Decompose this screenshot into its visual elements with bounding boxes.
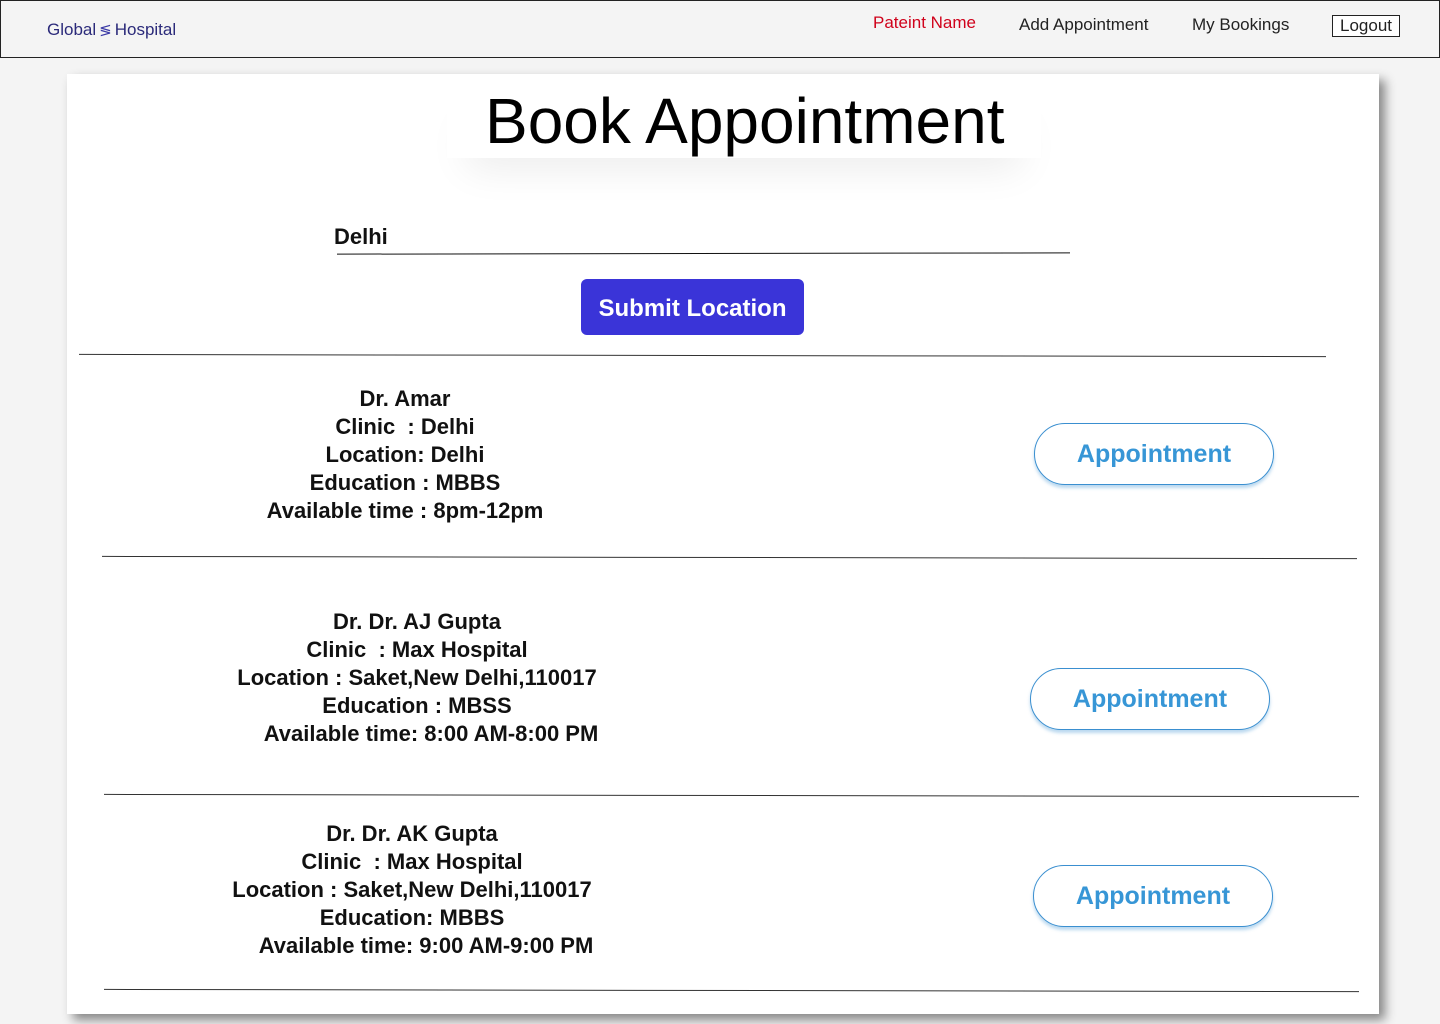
divider xyxy=(102,555,1357,560)
doctor-available-time: Available time: 9:00 AM-9:00 PM xyxy=(258,933,594,958)
brand-name-left: Global xyxy=(47,20,97,39)
doctor-card-2: Dr. Dr. AJ Gupta Clinic : Max Hospital L… xyxy=(227,608,607,748)
add-appointment-link[interactable]: Add Appointment xyxy=(1019,15,1148,35)
doctor-location: Location: Delhi xyxy=(325,442,485,467)
doctor-name: Dr. Dr. AK Gupta xyxy=(326,821,498,846)
doctor-available-time: Available time: 8:00 AM-8:00 PM xyxy=(263,721,599,746)
brand-logo[interactable]: Global ≶ Hospital xyxy=(47,20,176,40)
patient-name-link[interactable]: Pateint Name xyxy=(873,13,976,33)
doctor-clinic: Clinic : Max Hospital xyxy=(301,849,523,874)
doctor-name: Dr. Amar xyxy=(359,386,451,411)
doctor-education: Education : MBBS xyxy=(309,470,501,495)
location-input-underline xyxy=(336,252,1071,255)
logout-button[interactable]: Logout xyxy=(1332,15,1400,37)
my-bookings-link[interactable]: My Bookings xyxy=(1192,15,1289,35)
logo-stripes-icon: ≶ xyxy=(99,22,112,39)
divider xyxy=(79,353,1326,358)
divider xyxy=(104,988,1359,993)
appointment-button-1[interactable]: Appointment xyxy=(1034,423,1274,485)
divider xyxy=(104,793,1359,798)
top-navbar: Global ≶ Hospital Pateint Name Add Appoi… xyxy=(0,0,1440,58)
submit-location-button[interactable]: Submit Location xyxy=(581,279,804,335)
doctor-available-time: Available time : 8pm-12pm xyxy=(266,498,544,523)
appointment-button-2[interactable]: Appointment xyxy=(1030,668,1270,730)
brand-name-right: Hospital xyxy=(114,20,177,39)
doctor-location: Location : Saket,New Delhi,110017 xyxy=(232,877,592,902)
doctor-education: Education : MBSS xyxy=(322,693,512,718)
doctor-card-1: Dr. Amar Clinic : Delhi Location: Delhi … xyxy=(255,385,555,525)
page-title: Book Appointment xyxy=(485,85,1005,157)
location-input[interactable]: Delhi xyxy=(334,224,388,250)
doctor-clinic: Clinic : Delhi xyxy=(335,414,475,439)
doctor-location: Location : Saket,New Delhi,110017 xyxy=(237,665,597,690)
doctor-clinic: Clinic : Max Hospital xyxy=(306,637,528,662)
doctor-education: Education: MBBS xyxy=(319,905,505,930)
booking-panel: Book Appointment Delhi Submit Location D… xyxy=(67,74,1379,1014)
doctor-name: Dr. Dr. AJ Gupta xyxy=(333,609,501,634)
doctor-card-3: Dr. Dr. AK Gupta Clinic : Max Hospital L… xyxy=(222,820,602,960)
appointment-button-3[interactable]: Appointment xyxy=(1033,865,1273,927)
